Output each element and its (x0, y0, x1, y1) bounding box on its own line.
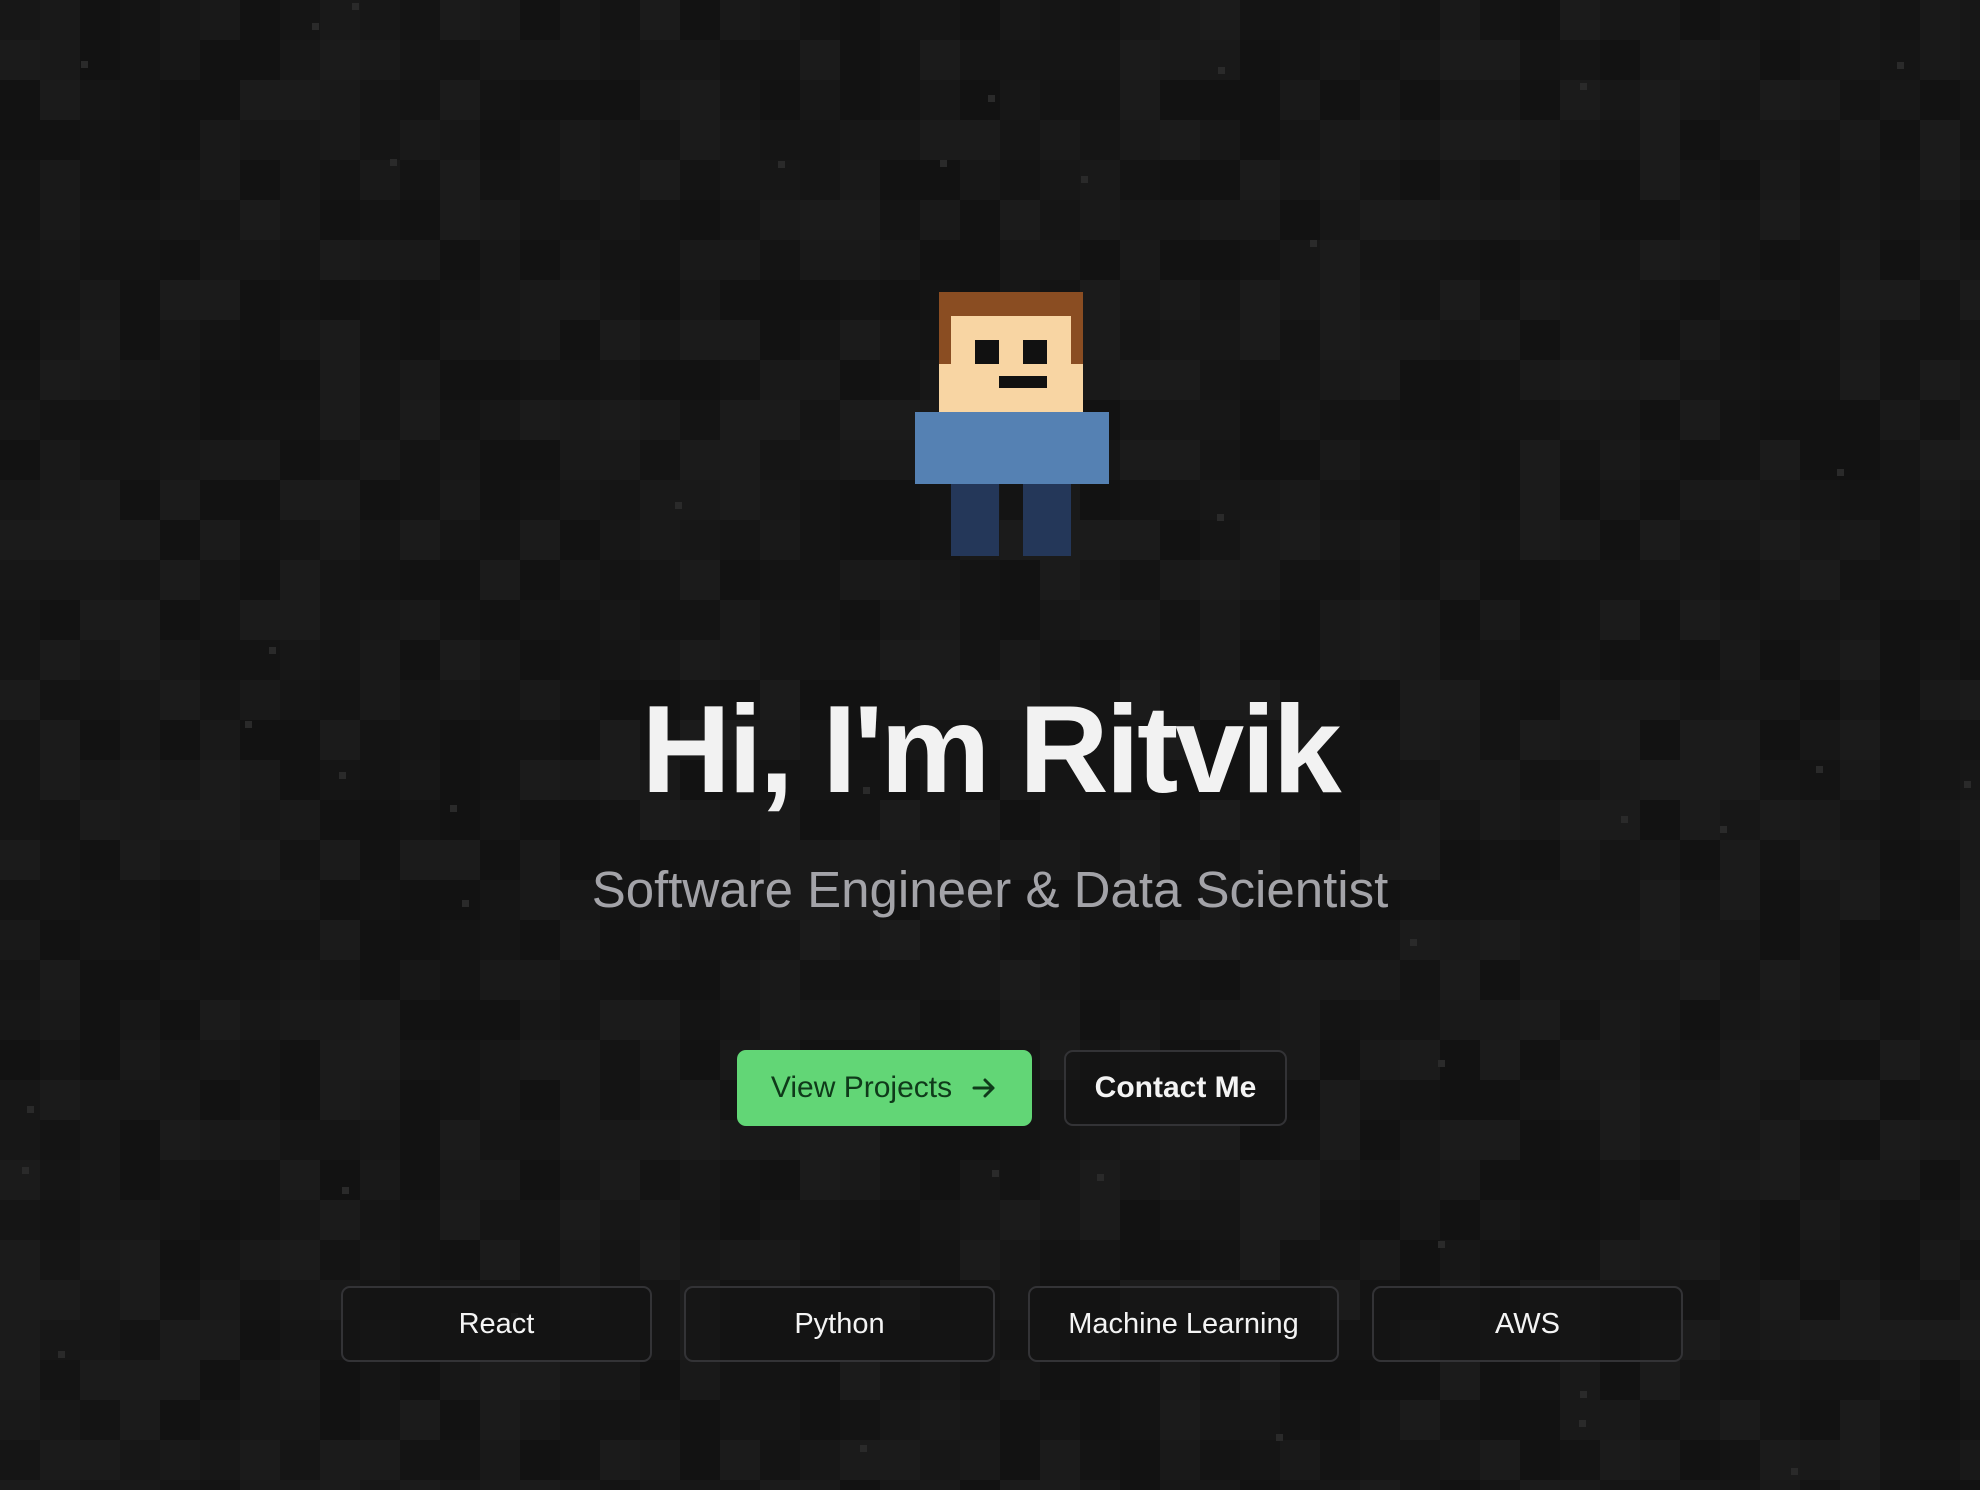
skill-tag-label: React (458, 1307, 535, 1340)
skill-tag: Machine Learning (1028, 1286, 1339, 1362)
skill-tag-label: AWS (1495, 1307, 1560, 1340)
skill-tag: React (341, 1286, 652, 1362)
arrow-right-icon (970, 1074, 998, 1102)
view-projects-label: View Projects (770, 1071, 953, 1104)
skill-tag-label: Machine Learning (1068, 1307, 1299, 1340)
view-projects-button[interactable]: View Projects (737, 1050, 1032, 1126)
contact-me-button[interactable]: Contact Me (1064, 1050, 1287, 1126)
page-title: Hi, I'm Ritvik (641, 681, 1341, 819)
skill-tag: AWS (1372, 1286, 1683, 1362)
skill-tag: Python (684, 1286, 995, 1362)
skill-tag-label: Python (794, 1307, 885, 1340)
page-subtitle: Software Engineer & Data Scientist (591, 861, 1389, 918)
contact-me-label: Contact Me (1094, 1071, 1257, 1104)
page: Hi, I'm Ritvik Software Engineer & Data … (0, 0, 1980, 1490)
pixel-avatar-icon (915, 292, 1109, 556)
